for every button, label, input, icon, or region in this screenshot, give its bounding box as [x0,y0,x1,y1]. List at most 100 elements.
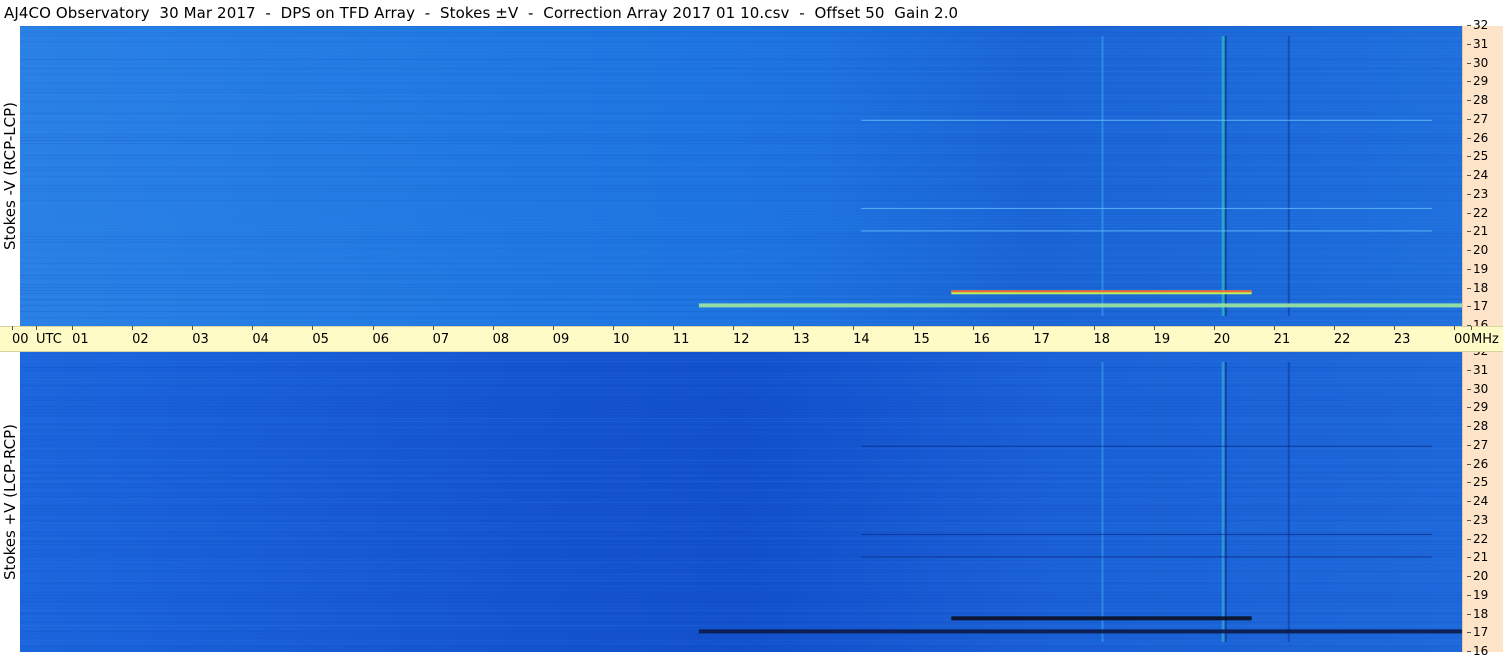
texture-line [20,610,1462,611]
texture-line [20,107,1462,108]
texture-line [20,158,1462,159]
texture-line [20,314,1462,315]
texture-line [20,71,1462,72]
texture-line [20,152,1462,153]
time-tick-23: 23 [1393,326,1411,347]
frequency-tick-28: 28 [1466,93,1489,107]
texture-line [20,583,1462,584]
time-tick-5: 05 [312,326,329,347]
texture-line [20,104,1462,105]
texture-line [20,143,1462,144]
texture-line [20,469,1462,470]
vertical-feature [1224,36,1227,316]
texture-line [20,212,1462,213]
texture-line [20,101,1462,102]
vertical-feature [1224,362,1227,642]
texture-line [20,182,1462,183]
texture-line [20,62,1462,63]
time-axis: 00 01 02 03 04 05 06 07 08 09 10 11 12 13 14 15 16 17 18 19… [0,326,1503,352]
texture-line [20,275,1462,276]
texture-line [20,218,1462,219]
frequency-tick-22: 22 [1466,205,1489,220]
texture-line [20,412,1462,413]
frequency-tick-29: 29 [1466,74,1489,89]
texture-line [20,607,1462,608]
texture-line [20,173,1462,174]
texture-line [20,251,1462,252]
texture-line [20,38,1462,39]
texture-line [20,388,1462,389]
texture-line [20,613,1462,614]
texture-line [20,400,1462,401]
texture-line [20,74,1462,75]
texture-line [20,164,1462,165]
upper-ylabel-text: Stokes -V (RCP-LCP) [1,102,19,250]
texture-line [20,508,1462,509]
texture-line [20,382,1462,383]
texture-line [20,541,1462,542]
texture-line [20,379,1462,380]
texture-line [20,89,1462,90]
texture-line [20,137,1462,138]
texture-line [20,640,1462,641]
band-line [861,119,1432,121]
texture-line [20,364,1462,365]
texture-line [20,98,1462,99]
time-tick-16: 16 [973,326,990,347]
texture-line [20,128,1462,129]
time-tick-9: 09 [552,326,570,347]
texture-line [20,287,1462,288]
texture-line [20,376,1462,377]
frequency-tick-26: 26 [1466,456,1489,471]
frequency-tick-19: 19 [1466,587,1489,602]
texture-line [20,116,1462,117]
texture-line [20,493,1462,494]
texture-line [20,200,1462,201]
texture-line [20,406,1462,407]
upper-spectrogram-svg [20,26,1462,326]
texture-line [20,239,1462,240]
texture-line [20,559,1462,560]
texture-line [20,544,1462,545]
texture-line [20,77,1462,78]
texture-line [20,520,1462,521]
texture-line [20,496,1462,497]
texture-line [20,373,1462,374]
texture-line [20,409,1462,410]
texture-line [20,41,1462,42]
texture-line [20,448,1462,449]
texture-line [20,281,1462,282]
texture-line [20,433,1462,434]
texture-line [20,125,1462,126]
texture-line [20,308,1462,309]
texture-line [20,592,1462,593]
texture-line [20,80,1462,81]
texture-line [20,529,1462,530]
texture-line [20,571,1462,572]
texture-line [20,424,1462,425]
frequency-tick-20: 20 [1466,243,1489,257]
texture-line [20,427,1462,428]
texture-line [20,317,1462,318]
frequency-tick-19: 19 [1466,261,1489,276]
texture-line [20,451,1462,452]
texture-line [20,254,1462,255]
time-tick-21: 21 [1273,326,1291,347]
frequency-tick-31: 31 [1466,36,1489,51]
texture-line [20,179,1462,180]
time-tick-20: 20 [1213,326,1231,347]
time-tick-8: 08 [492,326,510,347]
texture-line [20,59,1462,60]
texture-line [20,221,1462,222]
time-tick-22: 22 [1333,326,1351,347]
texture-line [20,56,1462,57]
texture-line [20,391,1462,392]
frequency-tick-23: 23 [1466,186,1489,201]
texture-line [20,637,1462,638]
frequency-tick-31: 31 [1466,362,1489,377]
texture-line [20,577,1462,578]
texture-line [20,86,1462,87]
texture-line [20,370,1462,371]
texture-line [20,176,1462,177]
frequency-tick-20: 20 [1466,569,1489,583]
